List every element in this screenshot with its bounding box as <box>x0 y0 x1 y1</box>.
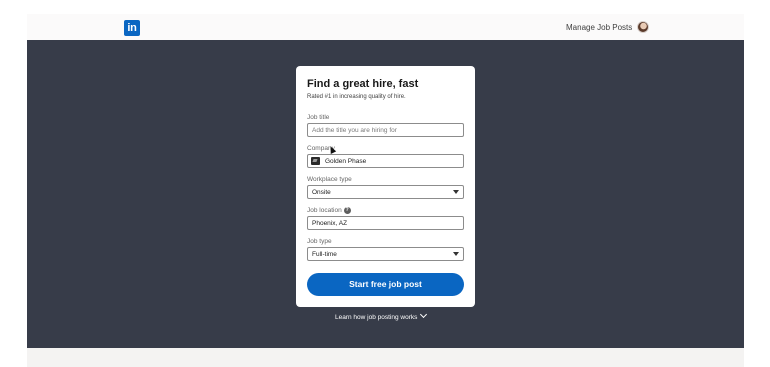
form-title: Find a great hire, fast <box>307 78 419 90</box>
start-free-job-post-button[interactable]: Start free job post <box>307 273 464 296</box>
job-type-label: Job type <box>307 238 332 245</box>
chevron-down-icon <box>453 252 459 256</box>
job-location-label-row: Job location? <box>307 207 351 214</box>
job-type-select[interactable]: Full-time <box>307 247 464 261</box>
learn-how-link[interactable]: Learn how job posting works <box>335 310 428 321</box>
job-location-input[interactable]: Phoenix, AZ <box>307 216 464 230</box>
manage-job-posts-link[interactable]: Manage Job Posts <box>566 23 632 32</box>
workplace-type-value: Onsite <box>312 189 331 196</box>
help-icon[interactable]: ? <box>343 207 351 214</box>
job-title-label: Job title <box>307 114 330 121</box>
job-type-value: Full-time <box>312 251 337 258</box>
workplace-type-select[interactable]: Onsite <box>307 185 464 199</box>
company-value: Golden Phase <box>325 158 367 165</box>
page: in Manage Job Posts Find a great hire, f… <box>0 0 770 367</box>
footer-strip <box>27 348 744 367</box>
form-subtitle: Rated #1 in increasing quality of hire. <box>307 94 406 100</box>
job-location-label: Job location <box>307 207 342 215</box>
avatar[interactable] <box>637 21 649 33</box>
top-nav: in Manage Job Posts <box>27 14 744 40</box>
company-logo-icon <box>311 157 320 165</box>
workplace-type-label: Workplace type <box>307 176 352 183</box>
learn-how-label: Learn how job posting works <box>335 314 418 321</box>
chevron-down-icon <box>453 190 459 194</box>
linkedin-logo[interactable]: in <box>124 20 140 36</box>
job-title-placeholder: Add the title you are hiring for <box>312 127 397 134</box>
job-post-form-card: Find a great hire, fast Rated #1 in incr… <box>296 66 475 307</box>
job-location-value: Phoenix, AZ <box>312 220 348 227</box>
company-input[interactable]: Golden Phase <box>307 154 464 168</box>
job-title-input[interactable]: Add the title you are hiring for <box>307 123 464 137</box>
